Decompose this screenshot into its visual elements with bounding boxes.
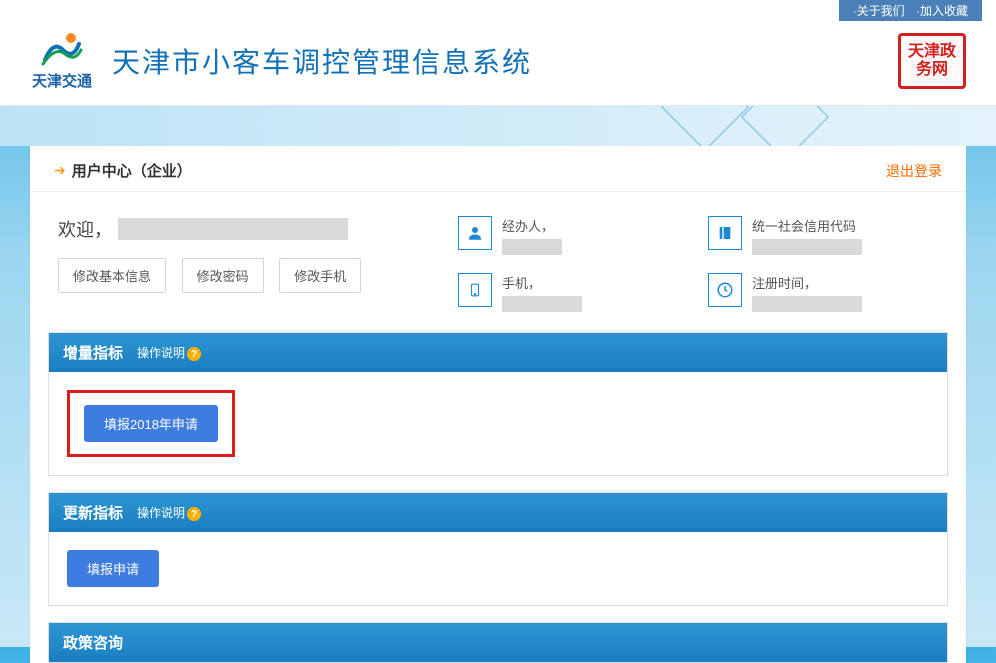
logo-brand-text: 天津交通 <box>32 70 92 91</box>
edit-phone-button[interactable]: 修改手机 <box>279 258 361 293</box>
site-header: 天津交通 天津市小客车调控管理信息系统 天津政务网 <box>0 24 996 106</box>
edit-basic-info-button[interactable]: 修改基本信息 <box>58 258 166 293</box>
section-incremental: 增量指标 操作说明? 填报2018年申请 <box>48 332 948 476</box>
regtime-value-redacted <box>752 296 862 312</box>
handler-value-redacted <box>502 239 562 255</box>
apply-2018-button[interactable]: 填报2018年申请 <box>84 405 218 442</box>
gov-stamp-icon: 天津政务网 <box>898 33 966 89</box>
regtime-info: 注册时间， <box>708 273 918 312</box>
section-renewal: 更新指标 操作说明? 填报申请 <box>48 492 948 606</box>
page-title: 用户中心（企业） <box>72 160 192 181</box>
clock-icon <box>708 273 742 307</box>
handler-info: 经办人， <box>458 216 668 255</box>
username-redacted <box>118 218 348 240</box>
main-content: ➔ 用户中心（企业） 退出登录 欢迎， 修改基本信息 修改密码 修改手机 经办人… <box>30 146 966 663</box>
section-header-incremental: 增量指标 操作说明? <box>49 333 947 372</box>
utility-bar: ·关于我们 ·加入收藏 <box>0 0 996 24</box>
user-info-section: 欢迎， 修改基本信息 修改密码 修改手机 经办人， <box>30 192 966 332</box>
section-hint-renewal[interactable]: 操作说明? <box>137 504 201 522</box>
section-title-incremental: 增量指标 <box>63 342 123 363</box>
favorite-link[interactable]: ·加入收藏 <box>916 4 968 18</box>
site-title: 天津市小客车调控管理信息系统 <box>112 41 532 81</box>
person-icon <box>458 216 492 250</box>
arrow-right-icon: ➔ <box>54 162 66 179</box>
phone-icon <box>458 273 492 307</box>
logo-icon <box>39 30 83 70</box>
welcome-label: 欢迎， <box>58 216 112 242</box>
credit-code-value-redacted <box>752 239 862 255</box>
phone-label: 手机， <box>502 273 582 292</box>
section-header-renewal: 更新指标 操作说明? <box>49 493 947 532</box>
utility-links: ·关于我们 ·加入收藏 <box>839 0 982 21</box>
section-title-renewal: 更新指标 <box>63 502 123 523</box>
credit-code-info: 统一社会信用代码 <box>708 216 918 255</box>
help-icon[interactable]: ? <box>187 507 201 521</box>
renewal-apply-button[interactable]: 填报申请 <box>67 550 159 587</box>
logo: 天津交通 <box>30 30 92 91</box>
section-policy: 政策咨询 <box>48 622 948 663</box>
about-link[interactable]: ·关于我们 <box>853 4 905 18</box>
phone-info: 手机， <box>458 273 668 312</box>
logout-link[interactable]: 退出登录 <box>886 161 942 181</box>
book-icon <box>708 216 742 250</box>
handler-label: 经办人， <box>502 216 562 235</box>
help-icon[interactable]: ? <box>187 347 201 361</box>
page-title-row: ➔ 用户中心（企业） 退出登录 <box>30 146 966 192</box>
section-header-policy: 政策咨询 <box>49 623 947 662</box>
phone-value-redacted <box>502 296 582 312</box>
section-title-policy: 政策咨询 <box>63 632 123 653</box>
credit-code-label: 统一社会信用代码 <box>752 216 862 235</box>
decorative-banner <box>0 106 996 146</box>
regtime-label: 注册时间， <box>752 273 862 292</box>
edit-password-button[interactable]: 修改密码 <box>182 258 264 293</box>
highlight-annotation: 填报2018年申请 <box>67 390 235 457</box>
section-hint-incremental[interactable]: 操作说明? <box>137 344 201 362</box>
